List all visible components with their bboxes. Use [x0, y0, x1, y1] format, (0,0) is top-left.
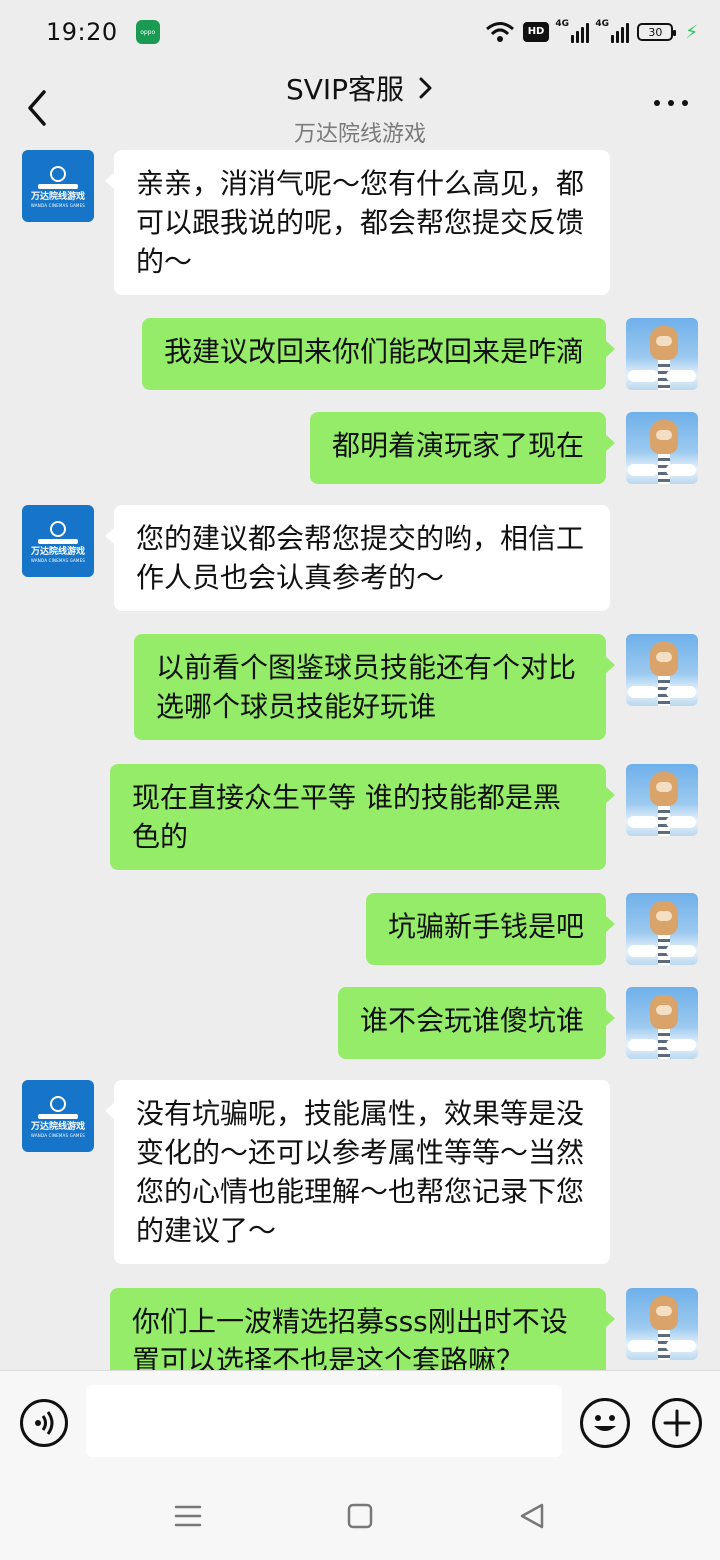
message-bubble[interactable]: 谁不会玩谁傻坑谁	[337, 987, 616, 1059]
message-bubble[interactable]: 以前看个图鉴球员技能还有个对比 选哪个球员技能好玩谁	[134, 634, 615, 740]
wifi-icon	[485, 22, 514, 42]
emoji-button[interactable]	[580, 1398, 630, 1448]
charging-icon: ⚡	[685, 21, 698, 43]
message-item: 万达院线游戏 WANDA CINEMAS GAMES 没有坑骗呢，技能属性，效果…	[22, 1080, 610, 1264]
title-area[interactable]: SVIP客服 万达院线游戏	[0, 68, 720, 148]
message-list[interactable]: 万达院线游戏 WANDA CINEMAS GAMES 亲亲，消消气呢～您有什么高…	[0, 150, 720, 1370]
signal-label-2: 4G	[595, 19, 610, 29]
message-bubble[interactable]: 我建议改回来你们能改回来是咋滴	[141, 318, 616, 390]
more-options-button[interactable]	[654, 100, 688, 106]
user-avatar[interactable]	[626, 412, 698, 484]
dot-icon	[682, 100, 688, 106]
back-triangle-icon[interactable]	[518, 1502, 546, 1530]
hd-badge: HD	[522, 22, 550, 42]
service-avatar[interactable]: 万达院线游戏 WANDA CINEMAS GAMES	[22, 150, 94, 222]
user-avatar[interactable]	[626, 318, 698, 390]
smiley-icon	[594, 1415, 616, 1431]
status-icons: HD 4G 4G 30 ⚡	[485, 19, 698, 43]
user-avatar[interactable]	[626, 764, 698, 836]
message-item: 万达院线游戏 WANDA CINEMAS GAMES 您的建议都会帮您提交的哟，…	[22, 505, 610, 611]
user-avatar[interactable]	[626, 893, 698, 965]
chat-title[interactable]: SVIP客服	[286, 68, 434, 108]
user-avatar[interactable]	[626, 987, 698, 1059]
message-bubble[interactable]: 您的建议都会帮您提交的哟，相信工作人员也会认真参考的～	[105, 505, 610, 611]
message-bubble[interactable]: 亲亲，消消气呢～您有什么高见，都可以跟我说的呢，都会帮您提交反馈的～	[105, 150, 610, 295]
status-bar: 19:20 oppo HD 4G 4G 30 ⚡	[0, 0, 720, 64]
message-item: 谁不会玩谁傻坑谁	[337, 987, 698, 1059]
signal-label: 4G	[555, 19, 570, 29]
message-item: 你们上一波精选招募sss刚出时不设置可以选择不也是这个套路嘛？	[110, 1288, 698, 1370]
plus-icon	[663, 1409, 691, 1437]
signal-icon: 4G	[555, 19, 590, 43]
more-functions-button[interactable]	[652, 1398, 702, 1448]
message-item: 万达院线游戏 WANDA CINEMAS GAMES 亲亲，消消气呢～您有什么高…	[22, 150, 610, 295]
user-avatar[interactable]	[626, 634, 698, 706]
message-bubble[interactable]: 都明着演玩家了现在	[309, 412, 616, 484]
dot-icon	[668, 100, 674, 106]
message-item: 现在直接众生平等 谁的技能都是黑色的	[110, 764, 698, 870]
voice-input-button[interactable]	[20, 1399, 68, 1447]
chat-subtitle: 万达院线游戏	[293, 122, 426, 147]
chat-title-text: SVIP客服	[285, 73, 405, 106]
message-bubble[interactable]: 坑骗新手钱是吧	[365, 893, 616, 965]
message-bubble[interactable]: 没有坑骗呢，技能属性，效果等是没变化的～还可以参考属性等等～当然您的心情也能理解…	[105, 1080, 610, 1264]
oppo-app-icon: oppo	[135, 20, 160, 44]
signal-icon-2: 4G	[595, 19, 630, 43]
message-item: 都明着演玩家了现在	[309, 412, 698, 484]
battery-icon: 30	[637, 23, 677, 41]
menu-icon[interactable]	[174, 1502, 202, 1530]
message-bubble[interactable]: 现在直接众生平等 谁的技能都是黑色的	[110, 764, 615, 870]
message-bubble[interactable]: 你们上一波精选招募sss刚出时不设置可以选择不也是这个套路嘛？	[110, 1288, 615, 1370]
status-time: 19:20	[46, 18, 118, 46]
dot-icon	[654, 100, 660, 106]
message-item: 我建议改回来你们能改回来是咋滴	[141, 318, 698, 390]
message-input[interactable]	[86, 1385, 562, 1457]
service-avatar[interactable]: 万达院线游戏 WANDA CINEMAS GAMES	[22, 1080, 94, 1152]
message-item: 以前看个图鉴球员技能还有个对比 选哪个球员技能好玩谁	[134, 634, 698, 740]
message-item: 坑骗新手钱是吧	[365, 893, 698, 965]
system-nav-bar	[0, 1470, 720, 1560]
chat-header: SVIP客服 万达院线游戏	[0, 64, 720, 150]
chevron-right-icon	[419, 77, 432, 99]
user-avatar[interactable]	[626, 1288, 698, 1360]
service-avatar[interactable]: 万达院线游戏 WANDA CINEMAS GAMES	[22, 505, 94, 577]
input-bar	[0, 1370, 720, 1470]
home-icon[interactable]	[346, 1502, 374, 1530]
voice-icon	[35, 1411, 54, 1435]
